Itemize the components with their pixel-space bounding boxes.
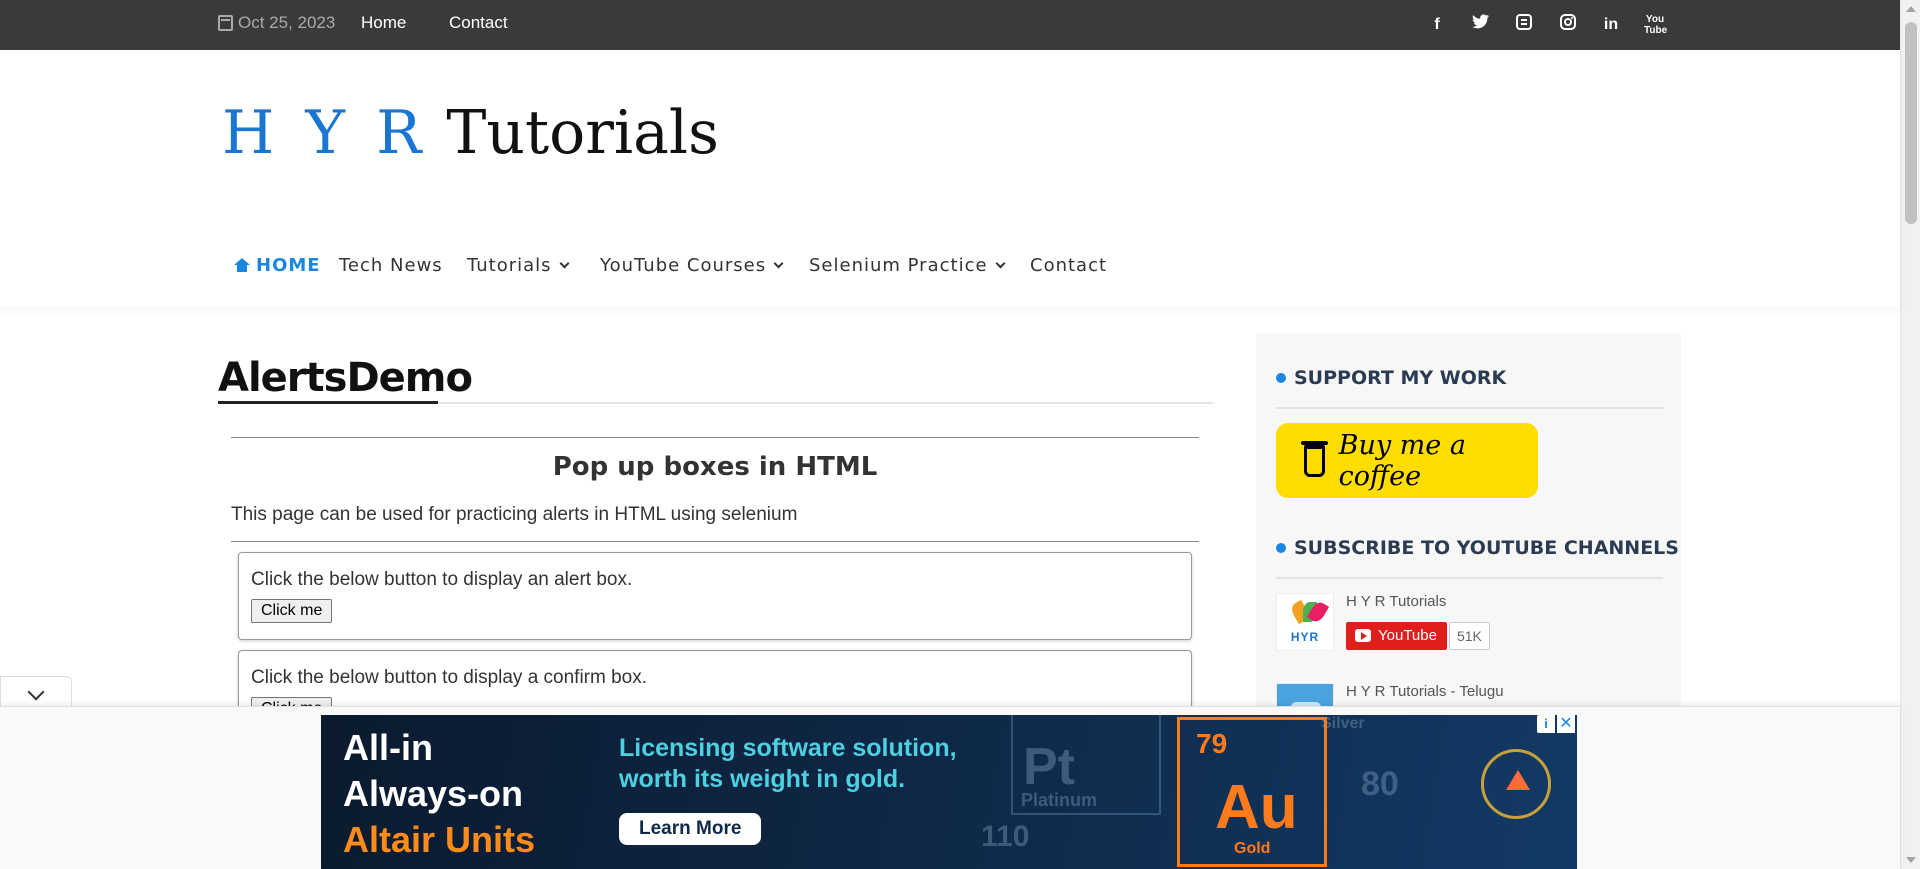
calendar-icon	[218, 15, 233, 31]
ad-gold-element: 79 Au Gold	[1177, 717, 1327, 867]
ad-bg-element: 110	[981, 820, 1030, 853]
buy-me-a-coffee-button[interactable]: Buy me a coffee	[1276, 423, 1538, 498]
blogger-icon[interactable]	[1513, 14, 1535, 36]
facebook-icon[interactable]: f	[1426, 14, 1448, 36]
nav-contact[interactable]: Contact	[1030, 255, 1107, 276]
top-bar: Oct 25, 2023 Home Contact f in You Tube	[0, 0, 1900, 50]
alert-box-text: Click the below button to display an ale…	[251, 569, 633, 590]
ad-info-icon[interactable]: i	[1537, 715, 1555, 733]
ad-headline-3: Altair Units	[343, 819, 536, 860]
channel-item: HYR H Y R Tutorials YouTube 51K	[1276, 593, 1490, 651]
bullet-icon	[1276, 373, 1286, 383]
youtube-subscribe-button[interactable]: YouTube	[1346, 622, 1447, 650]
element-number: 79	[1196, 728, 1228, 759]
chevron-down-icon	[27, 683, 45, 701]
site-logo[interactable]: H Y R Tutorials	[222, 98, 719, 168]
chevron-down-icon	[773, 258, 784, 268]
widget-divider	[1276, 407, 1663, 409]
subscribe-heading-text: SUBSCRIBE TO YOUTUBE CHANNELS	[1294, 537, 1679, 559]
nav-youtube-courses-label: YouTube Courses	[600, 254, 767, 276]
sidebar: SUPPORT MY WORK Buy me a coffee SUBSCRIB…	[1256, 333, 1681, 741]
page-title: AlertsDemo	[218, 355, 473, 401]
date-display: Oct 25, 2023	[218, 13, 335, 33]
twitter-icon[interactable]	[1470, 14, 1492, 36]
ad-bg-element: 80	[1361, 765, 1399, 803]
collapse-ad-toggle[interactable]	[0, 676, 72, 709]
channel-name[interactable]: H Y R Tutorials	[1346, 593, 1490, 610]
ad-tagline-2: worth its weight in gold.	[619, 765, 906, 793]
chevron-down-icon	[559, 258, 570, 268]
site-header: H Y R Tutorials HOME Tech News Tutorials…	[0, 50, 1900, 307]
page-scrollbar[interactable]	[1900, 0, 1920, 869]
ad-bg-element: Platinum	[1021, 790, 1098, 810]
nav-tutorials-label: Tutorials	[467, 254, 552, 276]
section-heading: Pop up boxes in HTML	[552, 452, 878, 482]
nav-home-label: HOME	[256, 254, 321, 276]
element-symbol: Au	[1215, 773, 1298, 842]
altair-logo-icon	[1481, 749, 1551, 819]
ad-tagline-1: Licensing software solution,	[619, 734, 957, 762]
youtube-icon[interactable]: You Tube	[1644, 14, 1667, 36]
divider	[231, 541, 1199, 542]
widget-divider	[1276, 577, 1663, 579]
confirm-box-panel: Click the below button to display a conf…	[238, 650, 1192, 710]
nav-youtube-courses[interactable]: YouTube Courses	[600, 254, 784, 276]
ad-tagline: Licensing software solution, worth its w…	[619, 733, 957, 795]
nav-selenium-practice[interactable]: Selenium Practice	[809, 254, 1005, 276]
advertisement-banner[interactable]: Pt Platinum 110 Silver 80 All-in Always-…	[321, 715, 1577, 869]
description-text: This page can be used for practicing ale…	[231, 504, 798, 525]
post-body: Pop up boxes in HTML This page can be us…	[231, 437, 1199, 710]
subscribe-heading: SUBSCRIBE TO YOUTUBE CHANNELS	[1276, 537, 1679, 559]
nav-home[interactable]: HOME	[234, 255, 321, 276]
youtube-subscribe: YouTube 51K	[1346, 622, 1490, 650]
ad-close-icon[interactable]: ✕	[1557, 715, 1575, 733]
bullet-icon	[1276, 543, 1286, 553]
element-name: Gold	[1234, 840, 1271, 857]
top-link-contact[interactable]: Contact	[449, 13, 508, 33]
date-text: Oct 25, 2023	[238, 13, 336, 32]
instagram-icon[interactable]	[1557, 14, 1579, 36]
scroll-up-arrow-icon[interactable]	[1906, 6, 1916, 12]
alert-box-panel: Click the below button to display an ale…	[238, 552, 1192, 640]
ad-bg-element: Silver	[1321, 715, 1365, 732]
ad-headline-1: All-in	[343, 727, 433, 768]
logo-tutorials: Tutorials	[427, 98, 719, 168]
scrollbar-thumb[interactable]	[1905, 22, 1917, 224]
ad-headline-2: Always-on	[343, 773, 524, 814]
channel-avatar[interactable]: HYR	[1276, 593, 1334, 651]
nav-tutorials[interactable]: Tutorials	[467, 254, 570, 276]
support-heading: SUPPORT MY WORK	[1276, 367, 1506, 389]
title-underline	[218, 401, 438, 404]
home-icon	[234, 258, 250, 272]
channel-name[interactable]: H Y R Tutorials - Telugu	[1346, 683, 1504, 700]
logo-hyr: H Y R	[222, 98, 428, 168]
linkedin-icon[interactable]: in	[1600, 14, 1622, 36]
divider	[231, 437, 1199, 438]
confirm-box-text: Click the below button to display a conf…	[251, 667, 648, 688]
top-link-home[interactable]: Home	[361, 13, 406, 33]
ad-learn-more-button[interactable]: Learn More	[619, 813, 762, 845]
channel-logo-text: HYR	[1290, 630, 1320, 644]
support-heading-text: SUPPORT MY WORK	[1294, 367, 1507, 389]
subscriber-count: 51K	[1448, 622, 1490, 650]
coffee-cup-icon	[1301, 440, 1328, 477]
alert-button[interactable]: Click me	[251, 599, 333, 623]
chevron-down-icon	[995, 258, 1005, 268]
bmc-label: Buy me a coffee	[1338, 429, 1466, 492]
nav-selenium-practice-label: Selenium Practice	[809, 254, 988, 276]
nav-tech-news[interactable]: Tech News	[339, 255, 443, 276]
scroll-down-arrow-icon[interactable]	[1906, 857, 1916, 863]
